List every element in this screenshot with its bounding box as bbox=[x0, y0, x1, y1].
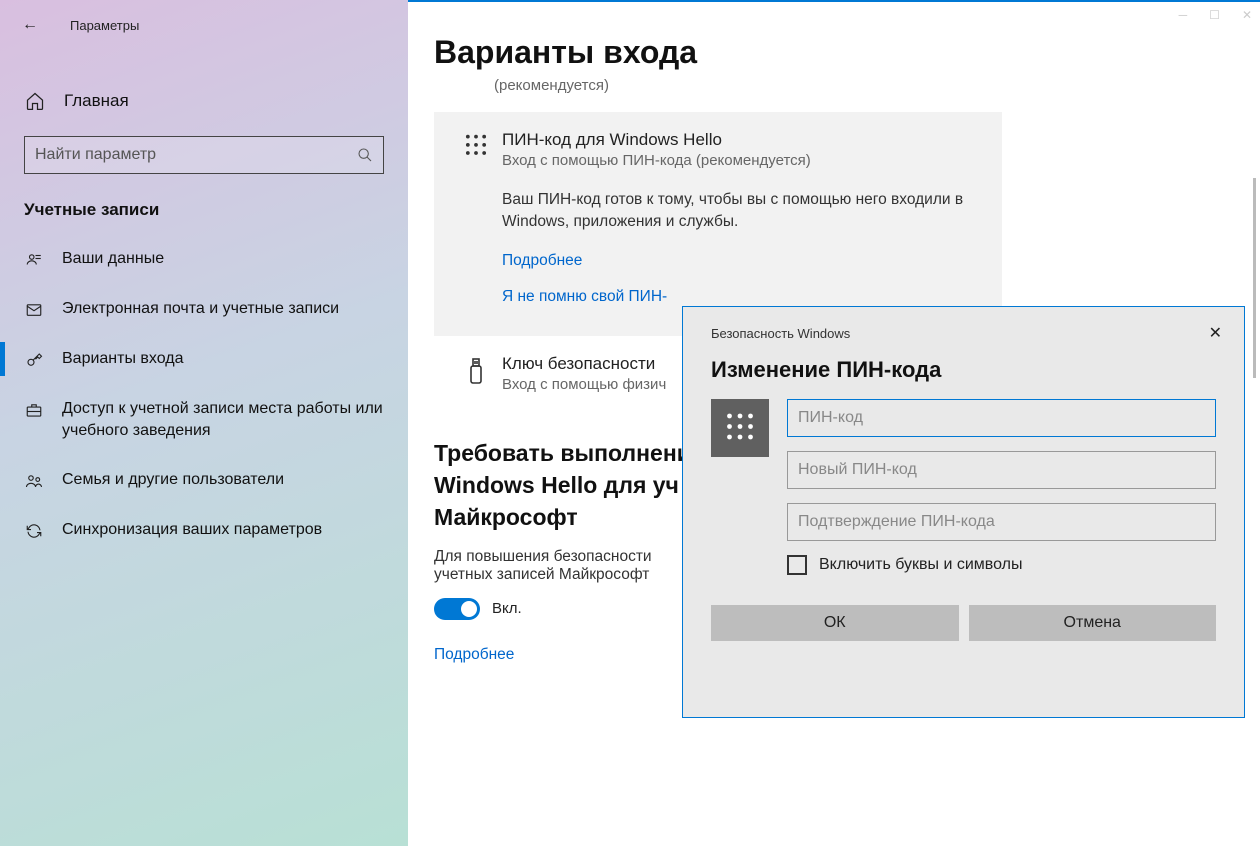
usb-key-icon bbox=[456, 354, 496, 386]
nav-label: Доступ к учетной записи места работы или… bbox=[62, 398, 384, 441]
home-label: Главная bbox=[64, 91, 129, 111]
close-icon[interactable]: ✕ bbox=[1242, 8, 1252, 22]
hello-toggle[interactable] bbox=[434, 598, 480, 620]
keypad-icon bbox=[711, 399, 769, 457]
minimize-icon[interactable]: ─ bbox=[1179, 8, 1188, 22]
nav-label: Синхронизация ваших параметров bbox=[62, 519, 322, 541]
sidebar-item-work-school[interactable]: Доступ к учетной записи места работы или… bbox=[0, 384, 408, 455]
cancel-button[interactable]: Отмена bbox=[969, 605, 1217, 641]
pin-title: ПИН-код для Windows Hello bbox=[502, 130, 811, 150]
nav-label: Семья и другие пользователи bbox=[62, 469, 284, 491]
mail-icon bbox=[24, 300, 44, 320]
page-title: Варианты входа bbox=[434, 34, 1260, 71]
scrollbar[interactable] bbox=[1253, 178, 1256, 378]
titlebar: ← Параметры bbox=[0, 0, 408, 50]
dialog-close-icon[interactable]: ✕ bbox=[1201, 319, 1230, 347]
sidebar-item-your-info[interactable]: Ваши данные bbox=[0, 234, 408, 284]
settings-sidebar: ← Параметры Главная Учетные записи Ваши … bbox=[0, 0, 408, 846]
require-hello-title: Требовать выполнени Windows Hello для уч… bbox=[434, 437, 694, 534]
pin-card[interactable]: ПИН-код для Windows Hello Вход с помощью… bbox=[434, 112, 1002, 336]
back-arrow-icon[interactable]: ← bbox=[22, 16, 38, 34]
sync-icon bbox=[24, 521, 44, 541]
dialog-title: Изменение ПИН-кода bbox=[683, 351, 1244, 399]
nav-label: Ваши данные bbox=[62, 248, 164, 270]
nav-label: Варианты входа bbox=[62, 348, 184, 370]
window-title: Параметры bbox=[70, 18, 139, 33]
search-box[interactable] bbox=[24, 136, 384, 174]
confirm-pin-input[interactable] bbox=[787, 503, 1216, 541]
person-card-icon bbox=[24, 250, 44, 270]
home-icon bbox=[24, 90, 46, 112]
briefcase-icon bbox=[24, 400, 44, 420]
keypad-icon bbox=[456, 130, 496, 160]
current-pin-input[interactable] bbox=[787, 399, 1216, 437]
key-subtitle: Вход с помощью физич bbox=[502, 376, 666, 393]
sidebar-section-header: Учетные записи bbox=[0, 174, 408, 234]
pin-description: Ваш ПИН-код готов к тому, чтобы вы с пом… bbox=[502, 189, 980, 234]
checkbox-label: Включить буквы и символы bbox=[819, 556, 1023, 574]
search-icon bbox=[357, 147, 373, 163]
change-pin-dialog: Безопасность Windows ✕ Изменение ПИН-код… bbox=[682, 306, 1245, 718]
sidebar-home[interactable]: Главная bbox=[0, 80, 408, 122]
ok-button[interactable]: ОК bbox=[711, 605, 959, 641]
sidebar-item-family[interactable]: Семья и другие пользователи bbox=[0, 455, 408, 505]
letters-symbols-checkbox[interactable] bbox=[787, 555, 807, 575]
people-icon bbox=[24, 471, 44, 491]
key-icon bbox=[24, 350, 44, 370]
card-header: ПИН-код для Windows Hello Вход с помощью… bbox=[456, 130, 980, 169]
window-controls: ─ ☐ ✕ bbox=[1179, 8, 1252, 22]
sidebar-item-email-accounts[interactable]: Электронная почта и учетные записи bbox=[0, 284, 408, 334]
maximize-icon[interactable]: ☐ bbox=[1209, 8, 1220, 22]
search-input[interactable] bbox=[35, 146, 357, 164]
sidebar-item-sync[interactable]: Синхронизация ваших параметров bbox=[0, 505, 408, 555]
dialog-app-name: Безопасность Windows bbox=[711, 326, 850, 341]
new-pin-input[interactable] bbox=[787, 451, 1216, 489]
pin-more-link[interactable]: Подробнее bbox=[502, 252, 980, 270]
pin-subtitle: Вход с помощью ПИН-кода (рекомендуется) bbox=[502, 152, 811, 169]
key-title: Ключ безопасности bbox=[502, 354, 666, 374]
pin-forgot-link[interactable]: Я не помню свой ПИН- bbox=[502, 288, 980, 306]
nav-label: Электронная почта и учетные записи bbox=[62, 298, 339, 320]
recommended-note: (рекомендуется) bbox=[494, 77, 1260, 94]
search-container bbox=[24, 136, 384, 174]
sidebar-item-signin-options[interactable]: Варианты входа bbox=[0, 334, 408, 384]
toggle-label: Вкл. bbox=[492, 600, 522, 617]
